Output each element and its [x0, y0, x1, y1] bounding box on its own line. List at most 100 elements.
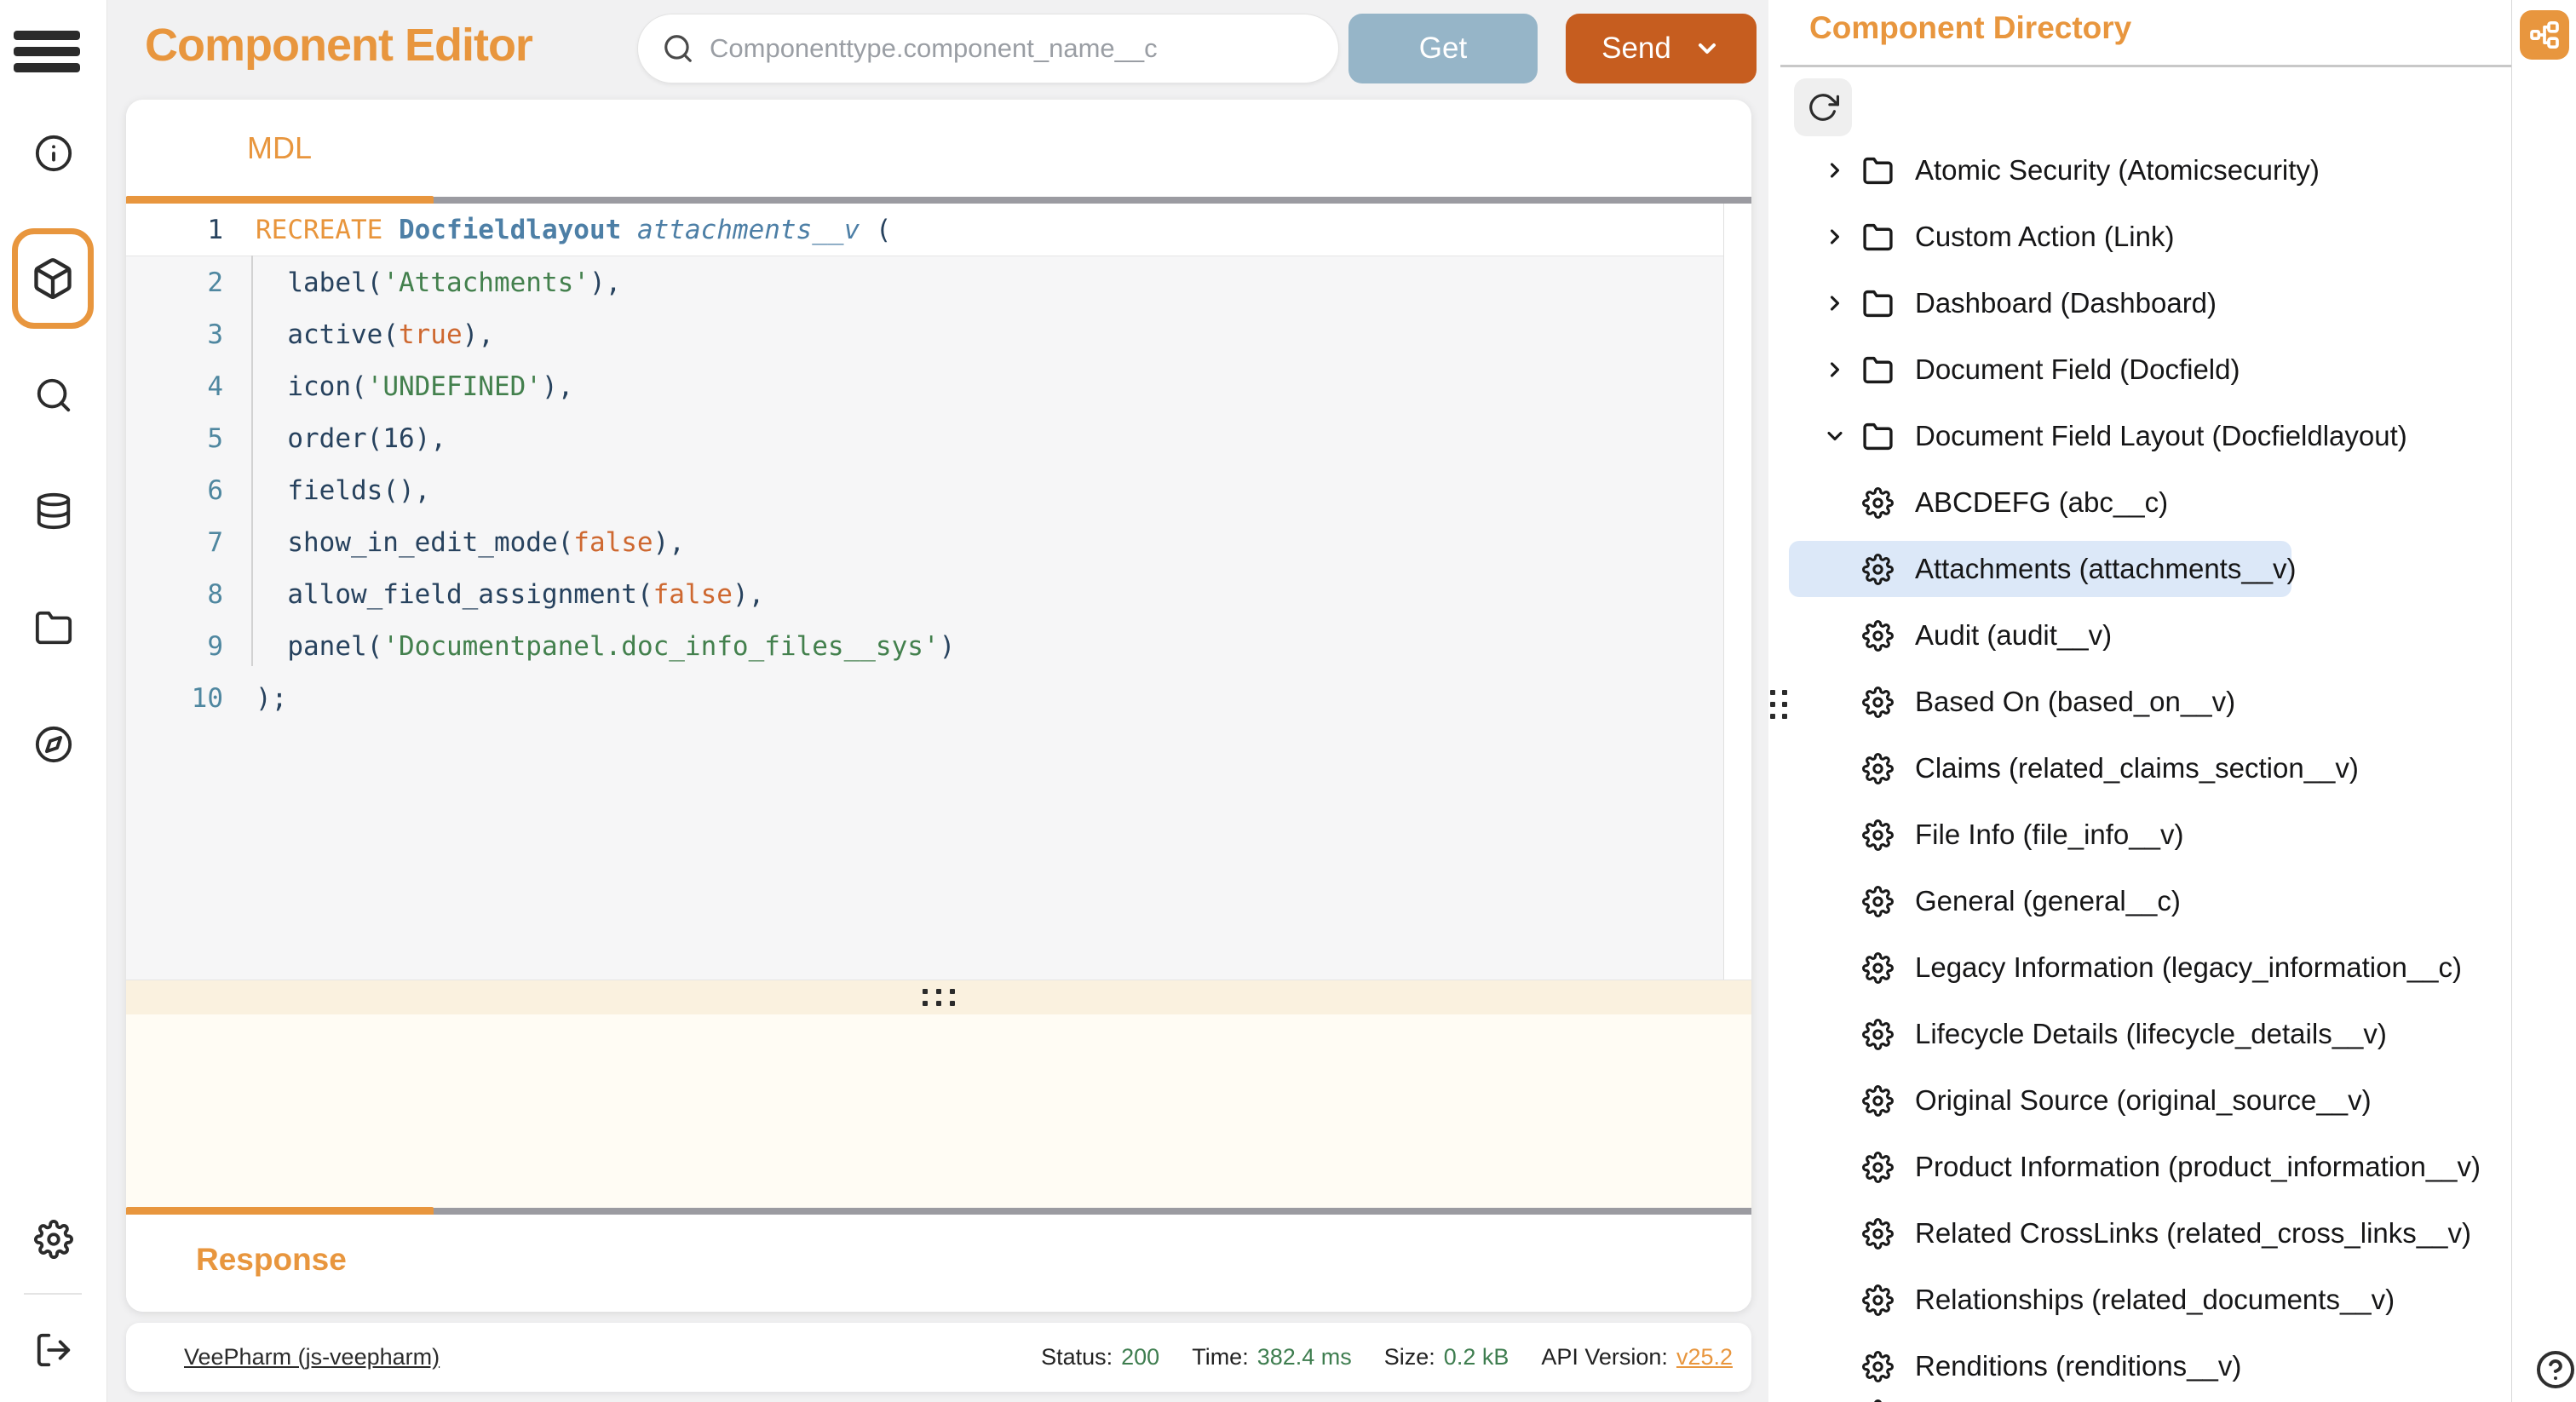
- line-number: 5: [126, 423, 223, 454]
- response-splitter-bar[interactable]: [126, 1208, 1751, 1215]
- get-button[interactable]: Get: [1348, 14, 1538, 83]
- tree-item-label: Document Field (Docfield): [1915, 353, 2240, 386]
- tree-item-label: Original Source (original_source__v): [1915, 1084, 2372, 1117]
- tree-item-label: Based On (based_on__v): [1915, 686, 2235, 718]
- compass-icon[interactable]: [0, 725, 106, 764]
- response-title: Response: [196, 1242, 347, 1278]
- tree-component-item[interactable]: Audit (audit__v): [1768, 602, 2511, 669]
- chevron-right-icon[interactable]: [1823, 158, 1862, 182]
- tree-item-label: Lifecycle Details (lifecycle_details__v): [1915, 1018, 2387, 1050]
- tree-component-item[interactable]: Based On (based_on__v): [1768, 669, 2511, 735]
- editor-scrollbar[interactable]: [1723, 204, 1751, 980]
- gear-icon: [1862, 753, 1915, 784]
- mdl-splitter-bar[interactable]: [126, 197, 1751, 204]
- tree-component-item[interactable]: Attachments (attachments__v): [1768, 536, 2511, 602]
- mdl-code-editor[interactable]: 1RECREATE Docfieldlayout attachments__v …: [126, 204, 1751, 980]
- editor-card: MDL 1RECREATE Docfieldlayout attachments…: [126, 100, 1751, 1312]
- status-metric: Time:382.4 ms: [1192, 1344, 1352, 1370]
- search-nav-icon[interactable]: [0, 376, 106, 415]
- editor-tab-row: MDL: [126, 100, 1751, 197]
- code-line[interactable]: 6 fields(),: [126, 464, 1751, 516]
- chevron-down-icon: [1693, 35, 1721, 62]
- folder-nav-icon[interactable]: [0, 608, 106, 647]
- code-line[interactable]: 2 label('Attachments'),: [126, 256, 1751, 308]
- code-line[interactable]: 3 active(true),: [126, 308, 1751, 360]
- refresh-icon[interactable]: [1794, 78, 1852, 136]
- code-line[interactable]: 5 order(16),: [126, 412, 1751, 464]
- sidebar-divider: [24, 1293, 82, 1295]
- tree-folder-item[interactable]: Atomic Security (Atomicsecurity): [1768, 137, 2511, 204]
- chevron-right-icon[interactable]: [1823, 225, 1862, 249]
- help-icon[interactable]: [2535, 1349, 2576, 1390]
- horizontal-resize-handle[interactable]: [126, 980, 1751, 1014]
- tree-folder-item[interactable]: Dashboard (Dashboard): [1768, 270, 2511, 336]
- search-input[interactable]: [708, 32, 1314, 65]
- code-line[interactable]: 10);: [126, 672, 1751, 724]
- code-line[interactable]: 9 panel('Documentpanel.doc_info_files__s…: [126, 620, 1751, 672]
- tree-component-item[interactable]: Related CrossLinks (related_cross_links_…: [1768, 1200, 2511, 1267]
- gear-icon: [1862, 952, 1915, 984]
- vault-link[interactable]: VeePharm (js-veepharm): [184, 1344, 440, 1370]
- code-line[interactable]: 7 show_in_edit_mode(false),: [126, 516, 1751, 568]
- line-number: 9: [126, 631, 223, 662]
- send-button[interactable]: Send: [1566, 14, 1757, 83]
- line-number: 3: [126, 319, 223, 350]
- tree-item-label: File Info (file_info__v): [1915, 819, 2183, 851]
- tree-component-item[interactable]: Lifecycle Details (lifecycle_details__v): [1768, 1001, 2511, 1067]
- vertical-resize-handle[interactable]: [1770, 690, 1787, 719]
- chevron-right-icon[interactable]: [1823, 291, 1862, 315]
- status-metric: Size:0.2 kB: [1384, 1344, 1509, 1370]
- directory-title: Component Directory: [1809, 10, 2131, 46]
- line-number: 4: [126, 371, 223, 402]
- line-number: 7: [126, 527, 223, 558]
- folder-icon: [1862, 288, 1915, 319]
- tree-component-item[interactable]: Renditions (renditions__v): [1768, 1333, 2511, 1399]
- status-bar: VeePharm (js-veepharm) Status:200 Time:38…: [126, 1323, 1751, 1392]
- tree-component-item[interactable]: Relationships (related_documents__v): [1768, 1267, 2511, 1333]
- metric-label: Size:: [1384, 1344, 1435, 1370]
- tree-item-label: Claims (related_claims_section__v): [1915, 752, 2359, 784]
- api-version-link[interactable]: v25.2: [1676, 1344, 1733, 1370]
- tree-item-label: Audit (audit__v): [1915, 619, 2112, 652]
- gear-icon[interactable]: [0, 1220, 106, 1259]
- code-line[interactable]: 8 allow_field_assignment(false),: [126, 568, 1751, 620]
- metric-value: 382.4 ms: [1257, 1344, 1352, 1370]
- tree-component-item[interactable]: Product Information (product_information…: [1768, 1134, 2511, 1200]
- tree-folder-item[interactable]: Document Field Layout (Docfieldlayout): [1768, 403, 2511, 469]
- chevron-right-icon[interactable]: [1823, 358, 1862, 382]
- components-cube-icon[interactable]: [12, 228, 94, 329]
- tree-component-item[interactable]: Claims (related_claims_section__v): [1768, 735, 2511, 802]
- gear-icon: [1862, 1152, 1915, 1183]
- info-icon[interactable]: [0, 134, 106, 173]
- status-metric: API Version:v25.2: [1541, 1344, 1733, 1370]
- tree-item-label: Related CrossLinks (related_cross_links_…: [1915, 1217, 2471, 1250]
- gear-icon: [1862, 487, 1915, 519]
- tree-item-label: Relationships (related_documents__v): [1915, 1284, 2395, 1316]
- tree-folder-item[interactable]: Document Field (Docfield): [1768, 336, 2511, 403]
- tree-item-label: General (general__c): [1915, 885, 2181, 917]
- status-metric: Status:200: [1041, 1344, 1159, 1370]
- line-number: 1: [126, 215, 223, 245]
- tab-mdl[interactable]: MDL: [247, 100, 312, 197]
- tree-item-label: Legacy Information (legacy_information__…: [1915, 951, 2462, 984]
- editor-empty-area: [126, 1014, 1751, 1208]
- gear-icon: [1862, 1218, 1915, 1250]
- database-icon[interactable]: [0, 491, 106, 531]
- menu-icon[interactable]: [14, 31, 80, 72]
- chevron-down-icon[interactable]: [1823, 424, 1862, 448]
- code-line[interactable]: 4 icon('UNDEFINED'),: [126, 360, 1751, 412]
- line-number: 8: [126, 579, 223, 610]
- tree-component-item[interactable]: ABCDEFG (abc__c): [1768, 469, 2511, 536]
- logout-icon[interactable]: [0, 1330, 106, 1370]
- tree-item-label: Dashboard (Dashboard): [1915, 287, 2217, 319]
- component-directory-panel: Component Directory Atomic Security (Ato…: [1768, 0, 2511, 1402]
- tree-component-item[interactable]: File Info (file_info__v): [1768, 802, 2511, 868]
- tree-component-item[interactable]: General (general__c): [1768, 868, 2511, 934]
- tree-component-item[interactable]: Legacy Information (legacy_information__…: [1768, 934, 2511, 1001]
- left-sidebar: [0, 0, 107, 1402]
- sitemap-icon[interactable]: [2520, 10, 2569, 60]
- tree-component-item[interactable]: Original Source (original_source__v): [1768, 1067, 2511, 1134]
- tree-item-label: Attachments (attachments__v): [1915, 553, 2297, 585]
- code-line[interactable]: 1RECREATE Docfieldlayout attachments__v …: [126, 204, 1751, 256]
- tree-folder-item[interactable]: Custom Action (Link): [1768, 204, 2511, 270]
